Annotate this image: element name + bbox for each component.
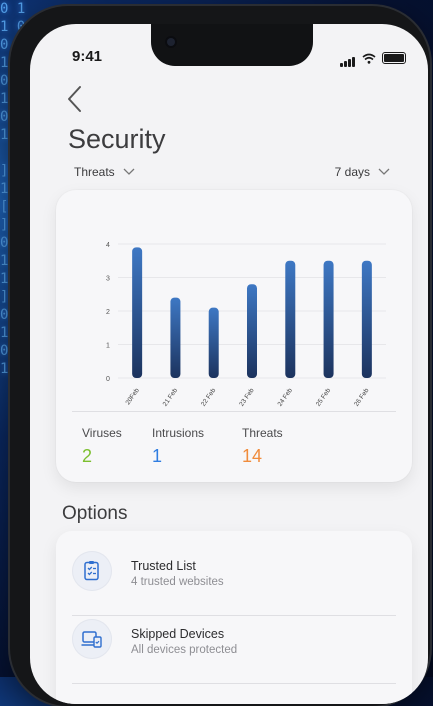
- option-subtitle: All devices protected: [131, 644, 238, 656]
- x-tick-label: 24 Feb: [277, 387, 295, 408]
- skipped-devices-option[interactable]: Skipped Devices All devices protected: [72, 607, 396, 671]
- chevron-down-icon: [378, 168, 390, 175]
- metric-dropdown[interactable]: Threats: [74, 165, 135, 179]
- status-icons: [340, 49, 406, 67]
- y-tick-label: 1: [106, 343, 110, 350]
- bar[interactable]: [170, 297, 181, 378]
- options-title: Options: [62, 503, 128, 524]
- option-divider: [72, 683, 396, 684]
- bar[interactable]: [361, 260, 372, 378]
- threats-chart-card: 0 1 2 3 4 20Feb 21 Feb 22 Feb 23 Feb 24 Feb 25 Feb…: [56, 190, 412, 482]
- y-tick-label: 3: [106, 276, 110, 283]
- chevron-down-icon: [123, 168, 135, 175]
- bar[interactable]: [208, 307, 219, 378]
- phone-screen: 9:41 Security Threats 7 days 0 1 2 3 4 2…: [30, 24, 428, 704]
- option-subtitle: 4 trusted websites: [131, 576, 224, 588]
- phone-frame: 9:41 Security Threats 7 days 0 1 2 3 4 2…: [10, 6, 430, 706]
- devices-icon: [72, 619, 112, 659]
- trusted-list-option[interactable]: Trusted List 4 trusted websites: [72, 539, 396, 603]
- wifi-icon: [362, 53, 376, 64]
- bar[interactable]: [247, 284, 257, 378]
- y-tick-label: 4: [106, 242, 110, 249]
- threats-bar-chart: 0 1 2 3 4 20Feb 21 Feb 22 Feb 23 Feb 24 Feb 25 Feb…: [106, 242, 386, 408]
- card-divider: [72, 411, 396, 412]
- bar[interactable]: [285, 260, 296, 378]
- signal-icon: [340, 49, 356, 67]
- x-tick-label: 20Feb: [124, 387, 141, 406]
- stat-threats: Threats 14: [242, 426, 283, 467]
- stat-viruses: Viruses 2: [82, 426, 122, 467]
- y-tick-label: 0: [106, 376, 110, 383]
- x-tick-label: 21 Feb: [162, 387, 180, 408]
- page-title: Security: [68, 124, 166, 154]
- x-tick-label: 22 Feb: [200, 387, 218, 408]
- bar[interactable]: [132, 247, 143, 378]
- y-tick-label: 2: [106, 309, 110, 316]
- stat-value: 14: [242, 446, 263, 466]
- stat-label: Viruses: [82, 426, 122, 440]
- notch: [151, 24, 313, 66]
- stat-intrusions: Intrusions 1: [152, 426, 204, 467]
- checklist-icon: [72, 551, 112, 591]
- option-title: Skipped Devices: [131, 627, 225, 641]
- range-dropdown[interactable]: 7 days: [335, 165, 390, 179]
- camera-dot: [167, 38, 175, 46]
- options-card: Trusted List 4 trusted websites Skipped …: [56, 531, 412, 704]
- stat-label: Threats: [242, 426, 283, 440]
- metric-dropdown-label: Threats: [74, 165, 115, 179]
- battery-icon: [382, 52, 406, 64]
- x-tick-label: 23 Feb: [238, 387, 256, 408]
- back-chevron-icon[interactable]: [64, 84, 86, 114]
- stat-value: 2: [82, 446, 93, 466]
- range-dropdown-label: 7 days: [334, 165, 370, 179]
- stat-label: Intrusions: [152, 426, 205, 440]
- x-tick-label: 25 Feb: [315, 387, 333, 408]
- x-tick-label: 26 Feb: [353, 387, 371, 408]
- bar[interactable]: [323, 260, 334, 378]
- option-title: Trusted List: [131, 559, 196, 573]
- status-time: 9:41: [72, 48, 103, 65]
- stat-value: 1: [152, 446, 163, 466]
